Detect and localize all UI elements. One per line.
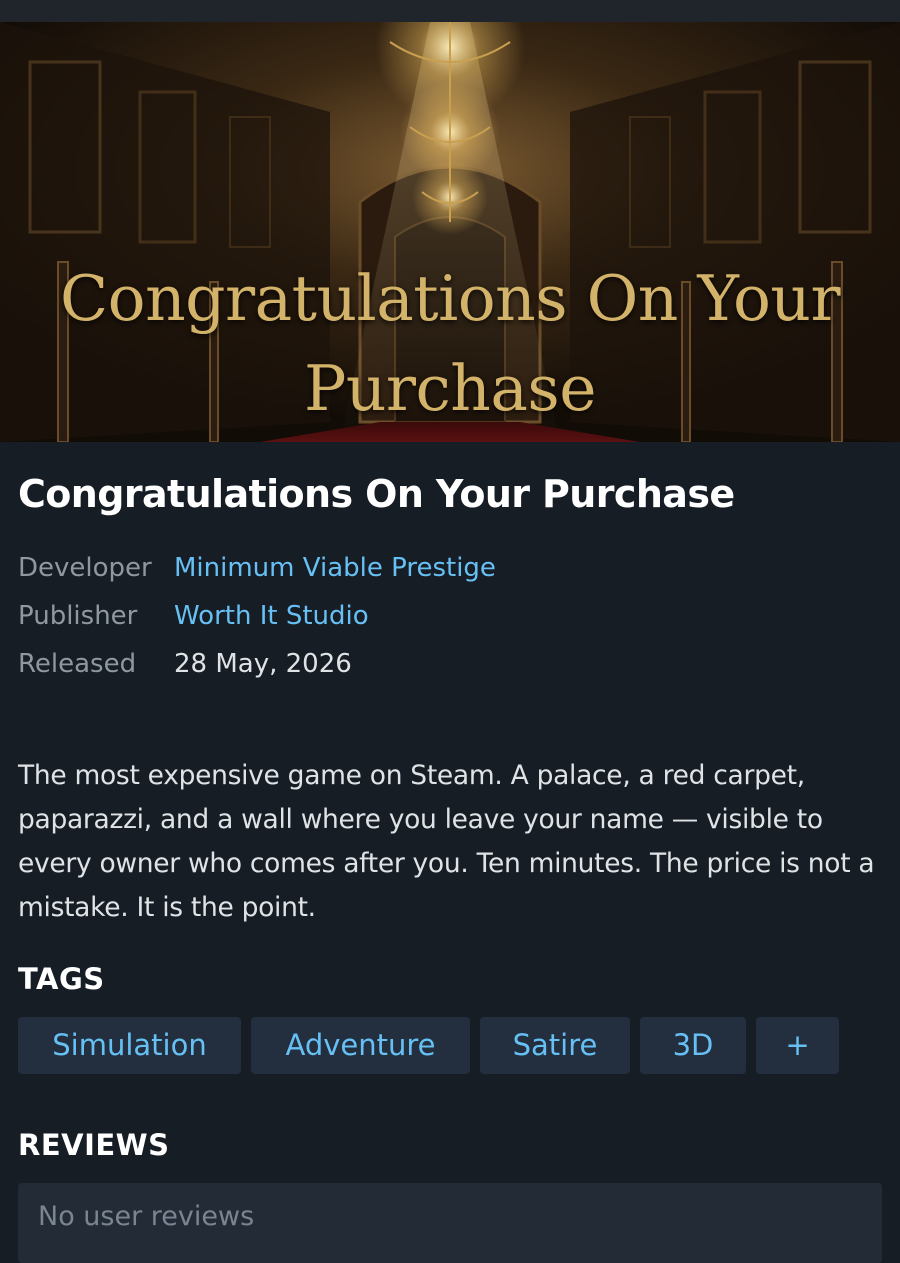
add-tag-button[interactable]: + [756,1017,839,1074]
reviews-panel: No user reviews [18,1183,882,1263]
reviews-heading: REVIEWS [18,1128,170,1162]
hero-banner-title: Congratulations On Your Purchase [0,254,900,434]
tag-simulation[interactable]: Simulation [18,1017,241,1074]
release-date: 28 May, 2026 [174,649,352,679]
no-reviews-text: No user reviews [38,1201,255,1232]
game-description: The most expensive game on Steam. A pala… [18,760,875,923]
hero-banner: Congratulations On Your Purchase [0,22,900,442]
publisher-link[interactable]: Worth It Studio [174,601,369,631]
developer-label: Developer [18,553,152,583]
store-page-content: Congratulations On Your Purchase Develop… [0,442,900,1263]
game-title: Congratulations On Your Purchase [18,472,735,516]
tag-satire[interactable]: Satire [480,1017,630,1074]
status-bar [0,0,900,22]
hero-banner-title-line2: Purchase [303,352,597,425]
developer-link[interactable]: Minimum Viable Prestige [174,553,496,583]
tag-3d[interactable]: 3D [640,1017,746,1074]
hero-banner-title-line1: Congratulations On Your [59,262,841,335]
publisher-label: Publisher [18,601,138,631]
released-label: Released [18,649,137,679]
tag-adventure[interactable]: Adventure [251,1017,470,1074]
tags-heading: TAGS [18,962,105,996]
